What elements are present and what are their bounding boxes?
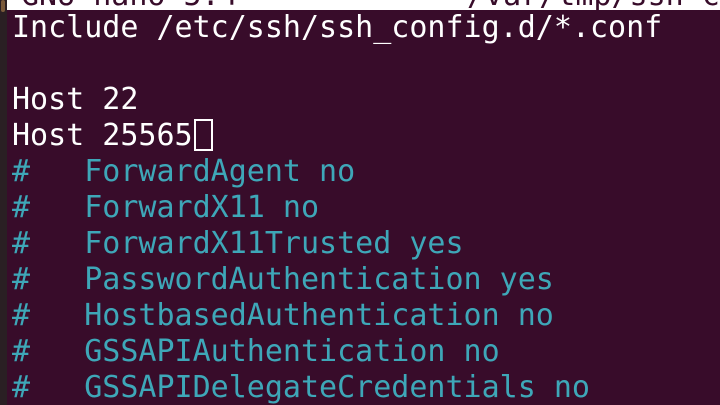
config-line-forward-x11-trusted[interactable]: # ForwardX11Trusted yes [12,226,720,262]
desktop-edge [0,0,7,405]
nano-title-bar: GNU nano 5.4 /var/tmp/ssh_c [7,0,720,10]
window-edge-handle [1,0,5,12]
config-line-gssapi-auth[interactable]: # GSSAPIAuthentication no [12,334,720,370]
terminal-window[interactable]: GNU nano 5.4 /var/tmp/ssh_c Include /etc… [7,0,720,405]
config-line-forward-agent[interactable]: # ForwardAgent no [12,154,720,190]
config-line-include[interactable]: Include /etc/ssh/ssh_config.d/*.conf [12,10,720,46]
nano-version-label: GNU nano 5.4 [21,0,238,10]
config-line-password-auth[interactable]: # PasswordAuthentication yes [12,262,720,298]
text-cursor [193,119,213,151]
config-line-forward-x11[interactable]: # ForwardX11 no [12,190,720,226]
editor-text-area[interactable]: Include /etc/ssh/ssh_config.d/*.conf Hos… [12,10,720,405]
nano-file-path: /var/tmp/ssh_c [467,0,720,10]
config-line-host-22[interactable]: Host 22 [12,82,720,118]
config-line-gssapi-delegate[interactable]: # GSSAPIDelegateCredentials no [12,370,720,405]
config-line-hostbased-auth[interactable]: # HostbasedAuthentication no [12,298,720,334]
config-line-host-25565[interactable]: Host 25565 [12,118,720,154]
config-line-blank[interactable] [12,46,720,82]
